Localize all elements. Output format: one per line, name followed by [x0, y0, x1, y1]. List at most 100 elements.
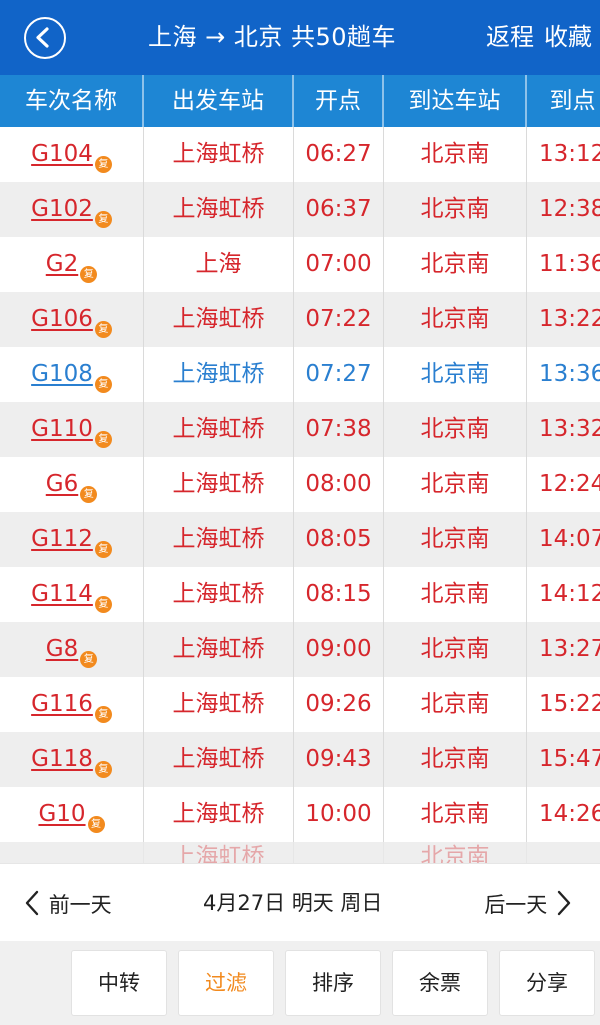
arrival-station: 北京南 [384, 402, 527, 457]
train-number-cell[interactable]: G112 复 [0, 512, 144, 567]
favorite-button[interactable]: 收藏 [544, 23, 592, 51]
arrival-time: 12:38 [527, 182, 600, 237]
train-number-cell[interactable]: G6 复 [0, 457, 144, 512]
train-number-cell[interactable]: G106 复 [0, 292, 144, 347]
train-number-cell[interactable]: G2 复 [0, 237, 144, 292]
train-number-cell[interactable]: G104 复 [0, 127, 144, 182]
train-number-cell[interactable]: G118 复 [0, 732, 144, 787]
table-row[interactable]: G110 复上海虹桥 07:38 北京南 13:32 [0, 402, 600, 457]
table-row[interactable]: G116 复上海虹桥 09:26 北京南 15:22 [0, 677, 600, 732]
departure-time: 10:00 [294, 787, 384, 842]
arrival-time: 13:12 [527, 127, 600, 182]
train-number[interactable]: G108 [31, 361, 93, 387]
arrival-station: 北京南 [384, 677, 527, 732]
train-number[interactable]: G102 [31, 196, 93, 222]
train-number[interactable]: G2 [46, 251, 78, 277]
table-row[interactable]: G118 复上海虹桥 09:43 北京南 15:47 [0, 732, 600, 787]
train-number-cell[interactable]: G8 复 [0, 622, 144, 677]
table-row[interactable]: G8 复上海虹桥 09:00 北京南 13:27 [0, 622, 600, 677]
column-header-departure-station[interactable]: 出发车站 [144, 75, 294, 127]
return-trip-button[interactable]: 返程 [486, 23, 534, 51]
train-number[interactable]: G6 [46, 471, 78, 497]
back-button[interactable] [24, 17, 66, 59]
arrival-time [527, 842, 600, 863]
badge-icon: 复 [94, 706, 112, 723]
column-header-arrival-time[interactable]: 到点 [527, 75, 600, 127]
arrival-time: 13:27 [527, 622, 600, 677]
table-row[interactable]: G106 复上海虹桥 07:22 北京南 13:22 [0, 292, 600, 347]
next-day-label: 后一天 [484, 893, 548, 917]
arrival-time: 14:26 [527, 787, 600, 842]
train-number[interactable]: G112 [31, 526, 93, 552]
train-number[interactable]: G118 [31, 746, 93, 772]
train-number[interactable]: G116 [31, 691, 93, 717]
table-row[interactable]: G112 复上海虹桥 08:05 北京南 14:07 [0, 512, 600, 567]
arrival-station: 北京南 [384, 842, 527, 863]
arrival-station: 北京南 [384, 732, 527, 787]
badge-icon: 复 [94, 376, 112, 393]
arrival-station: 北京南 [384, 127, 527, 182]
departure-time: 08:15 [294, 567, 384, 622]
table-row[interactable]: G10 复上海虹桥 10:00 北京南 14:26 [0, 787, 600, 842]
departure-time: 09:43 [294, 732, 384, 787]
table-row[interactable]: G114 复上海虹桥 08:15 北京南 14:12 [0, 567, 600, 622]
train-number[interactable]: G106 [31, 306, 93, 332]
departure-station: 上海虹桥 [144, 512, 294, 567]
departure-time: 07:22 [294, 292, 384, 347]
badge-icon: 复 [80, 651, 98, 668]
departure-station: 上海虹桥 [144, 292, 294, 347]
table-row-partial: 上海虹桥 北京南 [0, 842, 600, 863]
next-day-button[interactable]: 后一天 [484, 888, 574, 920]
arrival-time: 14:07 [527, 512, 600, 567]
app-root: 上海 → 北京 共50趟车 返程 收藏 车次名称 出发车站 开点 到达车站 到点 … [0, 0, 600, 1025]
departure-time: 06:27 [294, 127, 384, 182]
filter-button[interactable]: 过滤 [178, 950, 274, 1016]
column-header-train-no[interactable]: 车次名称 [0, 75, 144, 127]
table-row[interactable]: G104 复上海虹桥 06:27 北京南 13:12 [0, 127, 600, 182]
train-number-cell [0, 842, 144, 863]
departure-station: 上海虹桥 [144, 622, 294, 677]
date-bar: 前一天 4月27日 明天 周日 后一天 [0, 863, 600, 941]
back-arrow-icon [36, 27, 49, 48]
train-number-cell[interactable]: G108 复 [0, 347, 144, 402]
departure-station: 上海虹桥 [144, 787, 294, 842]
departure-station: 上海 [144, 237, 294, 292]
train-number-cell[interactable]: G114 复 [0, 567, 144, 622]
badge-icon: 复 [94, 596, 112, 613]
remaining-tickets-button[interactable]: 余票 [392, 950, 488, 1016]
top-actions: 返程 收藏 [486, 20, 592, 54]
table-row[interactable]: G2 复上海 07:00 北京南 11:36 [0, 237, 600, 292]
transfer-button[interactable]: 中转 [71, 950, 167, 1016]
arrival-time: 11:36 [527, 237, 600, 292]
departure-station: 上海虹桥 [144, 732, 294, 787]
table-row[interactable]: G102 复上海虹桥 06:37 北京南 12:38 [0, 182, 600, 237]
train-number[interactable]: G110 [31, 416, 93, 442]
arrival-station: 北京南 [384, 512, 527, 567]
arrival-station: 北京南 [384, 347, 527, 402]
badge-icon: 复 [80, 486, 98, 503]
train-number-cell[interactable]: G116 复 [0, 677, 144, 732]
departure-time: 07:38 [294, 402, 384, 457]
table-row[interactable]: G108 复上海虹桥 07:27 北京南 13:36 [0, 347, 600, 402]
train-number[interactable]: G8 [46, 636, 78, 662]
departure-station: 上海虹桥 [144, 347, 294, 402]
current-date[interactable]: 4月27日 明天 周日 [203, 888, 382, 918]
train-number[interactable]: G10 [38, 801, 85, 827]
arrival-station: 北京南 [384, 622, 527, 677]
train-number-cell[interactable]: G10 复 [0, 787, 144, 842]
train-number-cell[interactable]: G110 复 [0, 402, 144, 457]
train-number[interactable]: G114 [31, 581, 93, 607]
departure-station: 上海虹桥 [144, 182, 294, 237]
column-header-departure-time[interactable]: 开点 [294, 75, 384, 127]
top-bar: 上海 → 北京 共50趟车 返程 收藏 [0, 0, 600, 75]
share-button[interactable]: 分享 [499, 950, 595, 1016]
table-row[interactable]: G6 复上海虹桥 08:00 北京南 12:24 [0, 457, 600, 512]
arrival-station: 北京南 [384, 237, 527, 292]
arrival-time: 13:32 [527, 402, 600, 457]
train-number-cell[interactable]: G102 复 [0, 182, 144, 237]
column-header-arrival-station[interactable]: 到达车站 [384, 75, 527, 127]
train-number[interactable]: G104 [31, 141, 93, 167]
previous-day-button[interactable]: 前一天 [22, 888, 112, 920]
arrival-time: 14:12 [527, 567, 600, 622]
sort-button[interactable]: 排序 [285, 950, 381, 1016]
